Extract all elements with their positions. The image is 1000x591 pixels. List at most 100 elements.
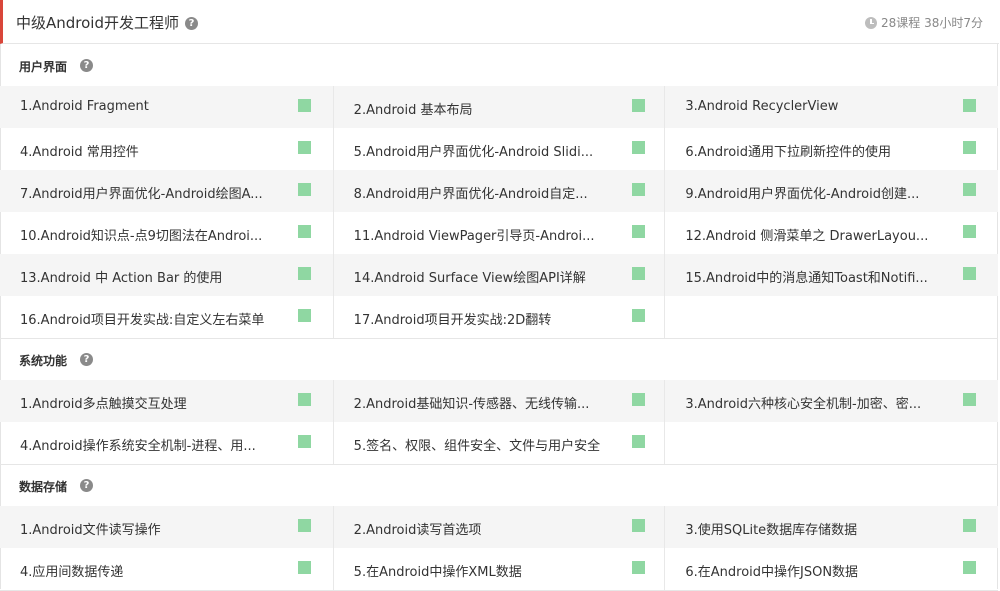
completed-status-icon — [963, 519, 977, 532]
lesson-title[interactable]: 4.Android 常用控件 — [20, 141, 139, 160]
lesson-item[interactable]: 14.Android Surface View绘图API详解 — [332, 254, 666, 296]
lesson-title[interactable]: 2.Android读写首选项 — [354, 519, 482, 538]
lesson-title[interactable]: 11.Android ViewPager引导页-Androi... — [354, 225, 595, 244]
completed-status-icon — [298, 393, 311, 406]
lesson-title[interactable]: 15.Android中的消息通知Toast和Notifi... — [685, 267, 927, 286]
lesson-row: 16.Android项目开发实战:自定义左右菜单 17.Android项目开发实战… — [0, 296, 998, 338]
completed-status-icon — [631, 141, 645, 154]
completed-status-icon — [631, 99, 645, 112]
lesson-title[interactable]: 2.Android基础知识-传感器、无线传输... — [354, 393, 590, 412]
lesson-title[interactable]: 14.Android Surface View绘图API详解 — [354, 267, 586, 286]
lesson-title[interactable]: 9.Android用户界面优化-Android创建... — [685, 183, 919, 202]
completed-status-icon — [631, 309, 645, 322]
lesson-item[interactable]: 11.Android ViewPager引导页-Androi... — [332, 212, 666, 254]
lesson-title[interactable]: 13.Android 中 Action Bar 的使用 — [20, 267, 222, 286]
lesson-title[interactable]: 1.Android文件读写操作 — [20, 519, 161, 538]
lesson-title[interactable]: 2.Android 基本布局 — [354, 99, 473, 118]
lesson-row: 13.Android 中 Action Bar 的使用 14.Android Su… — [0, 254, 998, 296]
lesson-row: 4.应用间数据传递 5.在Android中操作XML数据 6.在Android中操作… — [0, 548, 998, 590]
lesson-item[interactable]: 16.Android项目开发实战:自定义左右菜单 — [0, 296, 333, 338]
lesson-item[interactable]: 5.签名、权限、组件安全、文件与用户安全 — [332, 422, 666, 464]
completed-status-icon — [963, 183, 977, 196]
lesson-item[interactable]: 4.Android 常用控件 — [0, 128, 333, 170]
lesson-title[interactable]: 4.应用间数据传递 — [20, 561, 123, 580]
lesson-item[interactable]: 2.Android读写首选项 — [332, 506, 666, 548]
lesson-item[interactable]: 6.在Android中操作JSON数据 — [665, 548, 998, 590]
section-title: 用户界面 — [19, 60, 68, 74]
completed-status-icon — [298, 99, 311, 112]
lesson-item[interactable]: 5.在Android中操作XML数据 — [332, 548, 666, 590]
lesson-title[interactable]: 5.签名、权限、组件安全、文件与用户安全 — [354, 435, 600, 454]
lesson-item[interactable]: 17.Android项目开发实战:2D翻转 — [332, 296, 666, 338]
lesson-item[interactable]: 13.Android 中 Action Bar 的使用 — [0, 254, 333, 296]
completed-status-icon — [631, 183, 645, 196]
help-icon[interactable]: ? — [80, 353, 93, 366]
completed-status-icon — [963, 225, 977, 238]
lesson-title[interactable]: 10.Android知识点-点9切图法在Androi... — [20, 225, 262, 244]
lesson-item[interactable]: 6.Android通用下拉刷新控件的使用 — [665, 128, 998, 170]
lesson-title[interactable]: 12.Android 侧滑菜单之 DrawerLayou... — [685, 225, 928, 244]
lesson-title[interactable]: 3.Android六种核心安全机制-加密、密... — [685, 393, 921, 412]
lesson-item[interactable]: 15.Android中的消息通知Toast和Notifi... — [665, 254, 998, 296]
lesson-item[interactable]: 2.Android基础知识-传感器、无线传输... — [332, 380, 666, 422]
lesson-item[interactable]: 5.Android用户界面优化-Android Slidi... — [332, 128, 666, 170]
completed-status-icon — [298, 267, 311, 280]
lesson-item[interactable]: 1.Android多点触摸交互处理 — [0, 380, 333, 422]
empty-cell — [665, 296, 998, 338]
lesson-title[interactable]: 7.Android用户界面优化-Android绘图A... — [20, 183, 263, 202]
completed-status-icon — [298, 141, 311, 154]
empty-cell — [665, 422, 998, 464]
completed-status-icon — [631, 561, 645, 574]
lesson-item[interactable]: 9.Android用户界面优化-Android创建... — [665, 170, 998, 212]
lesson-item[interactable]: 8.Android用户界面优化-Android自定... — [332, 170, 666, 212]
help-icon[interactable]: ? — [185, 17, 198, 30]
lesson-title[interactable]: 8.Android用户界面优化-Android自定... — [354, 183, 588, 202]
lesson-item[interactable]: 3.Android RecyclerView — [665, 86, 998, 128]
lesson-item[interactable]: 4.Android操作系统安全机制-进程、用... — [0, 422, 333, 464]
lesson-title[interactable]: 5.在Android中操作XML数据 — [354, 561, 522, 580]
lesson-item[interactable]: 7.Android用户界面优化-Android绘图A... — [0, 170, 333, 212]
lesson-item[interactable]: 12.Android 侧滑菜单之 DrawerLayou... — [665, 212, 998, 254]
lesson-item[interactable]: 3.使用SQLite数据库存储数据 — [665, 506, 998, 548]
completed-status-icon — [298, 519, 311, 532]
clock-icon — [865, 16, 877, 29]
lesson-title[interactable]: 16.Android项目开发实战:自定义左右菜单 — [20, 309, 264, 328]
course-meta: 28课程 38小时7分 — [865, 14, 983, 31]
lesson-title[interactable]: 3.Android RecyclerView — [685, 99, 838, 114]
lesson-row: 1.Android多点触摸交互处理 2.Android基础知识-传感器、无线传输.… — [0, 380, 998, 422]
course-duration: 28课程 38小时7分 — [881, 16, 983, 30]
lesson-title[interactable]: 1.Android多点触摸交互处理 — [20, 393, 187, 412]
completed-status-icon — [298, 561, 311, 574]
completed-status-icon — [631, 267, 645, 280]
lesson-title[interactable]: 6.在Android中操作JSON数据 — [685, 561, 858, 580]
lesson-title[interactable]: 3.使用SQLite数据库存储数据 — [685, 519, 857, 538]
lesson-item[interactable]: 3.Android六种核心安全机制-加密、密... — [665, 380, 998, 422]
lesson-item[interactable]: 1.Android Fragment — [0, 86, 333, 128]
completed-status-icon — [631, 435, 645, 448]
completed-status-icon — [631, 393, 645, 406]
completed-status-icon — [631, 519, 645, 532]
lesson-item[interactable]: 10.Android知识点-点9切图法在Androi... — [0, 212, 333, 254]
lesson-title[interactable]: 5.Android用户界面优化-Android Slidi... — [354, 141, 594, 160]
course-title: 中级Android开发工程师 — [16, 14, 179, 32]
lesson-title[interactable]: 4.Android操作系统安全机制-进程、用... — [20, 435, 256, 454]
lesson-title[interactable]: 1.Android Fragment — [20, 99, 149, 114]
completed-status-icon — [298, 225, 311, 238]
completed-status-icon — [298, 183, 311, 196]
course-header: 中级Android开发工程师 ? 28课程 38小时7分 — [0, 0, 999, 44]
lesson-row: 1.Android文件读写操作 2.Android读写首选项 3.使用SQLite数… — [0, 506, 998, 548]
lesson-row: 4.Android操作系统安全机制-进程、用... 5.签名、权限、组件安全、文件… — [0, 422, 998, 464]
lesson-title[interactable]: 6.Android通用下拉刷新控件的使用 — [685, 141, 891, 160]
help-icon[interactable]: ? — [80, 479, 93, 492]
lesson-row: 4.Android 常用控件 5.Android用户界面优化-Android Sl… — [0, 128, 998, 170]
completed-status-icon — [298, 309, 311, 322]
lesson-item[interactable]: 2.Android 基本布局 — [332, 86, 666, 128]
lesson-item[interactable]: 1.Android文件读写操作 — [0, 506, 333, 548]
lesson-item[interactable]: 4.应用间数据传递 — [0, 548, 333, 590]
section-divider — [0, 464, 998, 465]
completed-status-icon — [963, 561, 977, 574]
help-icon[interactable]: ? — [80, 59, 93, 72]
lesson-row: 10.Android知识点-点9切图法在Androi... 11.Android … — [0, 212, 998, 254]
section-divider — [0, 338, 998, 339]
lesson-title[interactable]: 17.Android项目开发实战:2D翻转 — [354, 309, 552, 328]
